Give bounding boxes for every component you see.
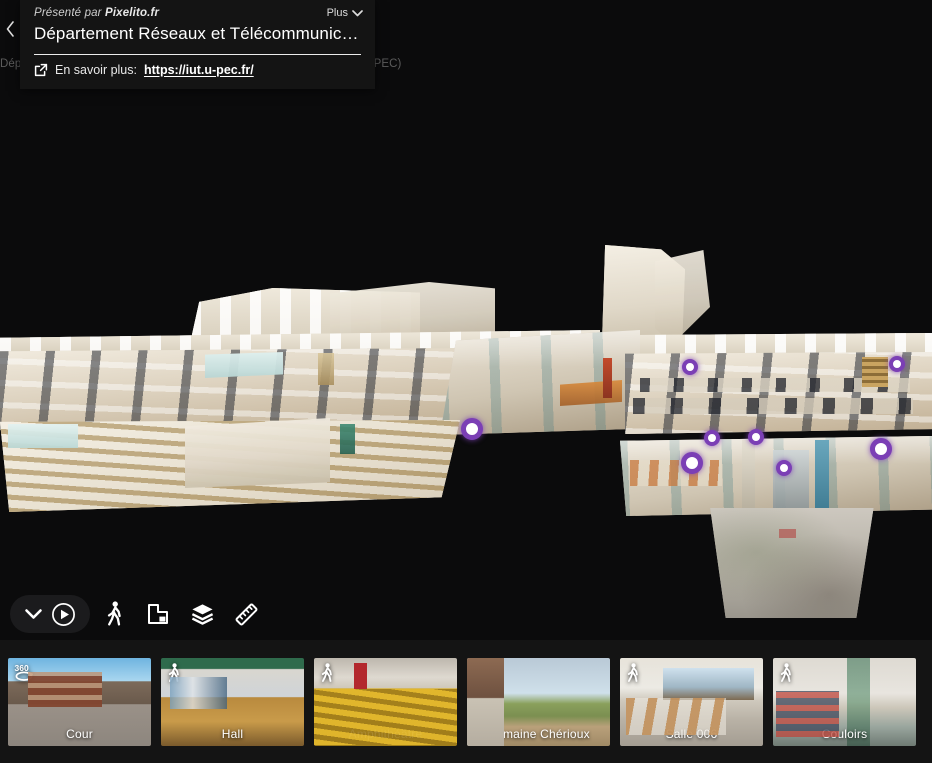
model-stairs-right: [862, 357, 888, 387]
scene-thumbnail[interactable]: Amphithéâtre: [314, 657, 457, 746]
scene-thumbnail-label: Hall: [221, 726, 244, 741]
walking-person-icon: [779, 662, 793, 683]
play-circle-icon: [52, 602, 75, 626]
presented-by-brand: Pixelito.fr: [105, 7, 160, 19]
walking-person-icon: [473, 662, 487, 683]
waypoint-marker[interactable]: [704, 430, 720, 446]
presented-by-line: Présenté par Pixelito.fr: [34, 7, 361, 19]
model-corridor-pillar-right: [815, 440, 829, 512]
waypoint-marker[interactable]: [748, 429, 764, 445]
svg-text:360: 360: [15, 663, 29, 673]
play-highlights-button[interactable]: [51, 602, 76, 627]
waypoint-marker[interactable]: [681, 452, 703, 474]
ruler-icon: [235, 603, 257, 625]
learn-more-link[interactable]: https://iut.u-pec.fr/: [144, 63, 254, 77]
walking-person-icon: [167, 662, 181, 683]
viewer-toolbar[interactable]: [10, 595, 266, 633]
walking-person-icon: [320, 662, 334, 683]
model-bench-row-b: [633, 398, 913, 414]
walking-person-icon: [107, 601, 121, 626]
expand-menu-button[interactable]: [24, 608, 43, 620]
layers-icon: [191, 604, 213, 625]
more-options-button[interactable]: Plus: [327, 7, 363, 19]
chevron-down-icon: [352, 9, 363, 16]
scene-thumbnail[interactable]: Hall: [161, 657, 304, 746]
walkthrough-mode-button[interactable]: [94, 595, 134, 633]
waypoint-marker[interactable]: [461, 418, 483, 440]
scene-thumbnail-label: Domaine Chérioux: [487, 726, 590, 741]
tour-info-panel: Présenté par Pixelito.fr Plus Départemen…: [20, 0, 375, 89]
scene-thumbnail[interactable]: 360 Cour: [8, 657, 151, 746]
more-options-label: Plus: [326, 7, 348, 19]
model-upper-wing: [655, 250, 710, 345]
waypoint-marker[interactable]: [889, 356, 905, 372]
scene-thumbnail[interactable]: Domaine Chérioux: [467, 657, 610, 746]
waypoint-marker[interactable]: [776, 460, 792, 476]
scene-thumbnail-label: Couloirs: [821, 726, 868, 741]
model-corridor-doorway: [773, 450, 809, 508]
model-corridor-cabinets: [630, 460, 722, 486]
panel-divider: [34, 54, 361, 55]
360-icon: 360: [14, 663, 35, 682]
model-corridor-pillar-left: [742, 440, 755, 512]
scene-thumbnail-strip[interactable]: 360 Cour Hall Amphithéâtre Domaine Chérioux S…: [0, 640, 932, 763]
floorplan-view-button[interactable]: [138, 595, 178, 633]
presented-by-prefix: Présenté par: [34, 7, 102, 19]
tour-title: Département Réseaux et Télécommunicati…: [34, 24, 361, 43]
model-green-door: [340, 424, 355, 454]
chevron-down-icon: [25, 609, 42, 619]
measurement-tool-button[interactable]: [226, 595, 266, 633]
chevron-left-icon[interactable]: [0, 16, 20, 42]
model-amphi-screen: [8, 424, 78, 448]
external-link-icon: [34, 63, 48, 77]
scene-thumbnail[interactable]: Salle 006: [620, 657, 763, 746]
model-ground-marker: [779, 529, 796, 538]
walking-person-icon: [626, 662, 640, 683]
scene-thumbnail-label: Amphithéâtre: [348, 726, 423, 741]
waypoint-marker[interactable]: [870, 438, 892, 460]
model-outdoor-courtyard: [710, 508, 874, 618]
model-projection-screen: [205, 352, 283, 378]
layers-view-button[interactable]: [182, 595, 222, 633]
learn-more-label: En savoir plus:: [55, 63, 137, 77]
scene-thumbnail-label: Cour: [66, 726, 93, 741]
floorplan-icon: [148, 604, 168, 624]
model-amphi-divider-wall: [185, 418, 330, 488]
view-mode-pill[interactable]: [10, 595, 90, 633]
scene-thumbnail[interactable]: Couloirs: [773, 657, 916, 746]
virtual-tour-viewer[interactable]: Département Réseaux et Télécommunication…: [0, 0, 932, 763]
model-red-pillar: [603, 358, 612, 398]
learn-more-row: En savoir plus: https://iut.u-pec.fr/: [34, 63, 361, 77]
model-door-left: [318, 353, 334, 385]
waypoint-marker[interactable]: [682, 359, 698, 375]
scene-thumbnail-label: Salle 006: [665, 726, 718, 741]
